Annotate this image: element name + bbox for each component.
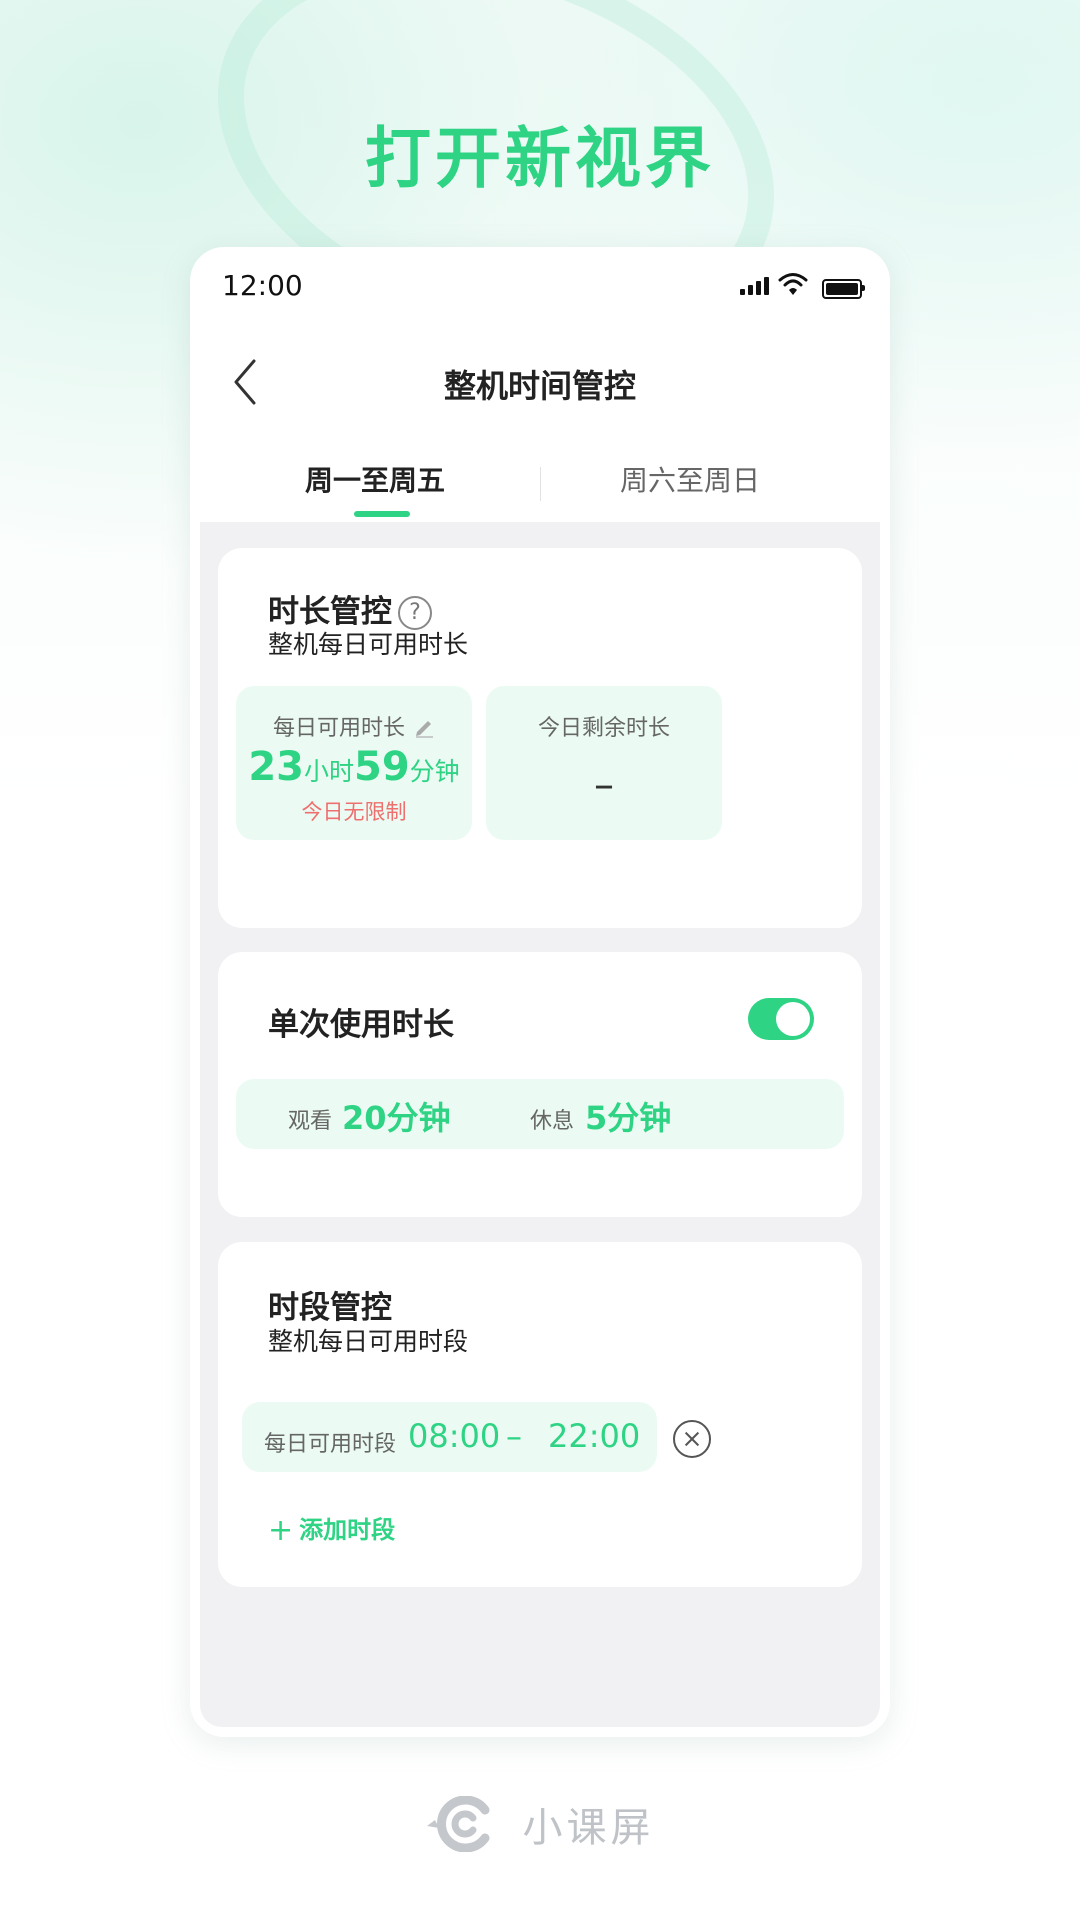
- signal-icon: [740, 277, 770, 295]
- brand-footer: 小课屏: [0, 1795, 1080, 1853]
- tab-active-indicator: [354, 511, 410, 517]
- add-period-label: 添加时段: [299, 1516, 396, 1544]
- wifi-icon: [778, 273, 808, 295]
- delete-period-close-icon[interactable]: [673, 1420, 711, 1458]
- brand-logo-icon: [427, 1796, 490, 1852]
- rest-label: 休息: [530, 1109, 575, 1134]
- phone-frame: 12:00 整机时间管控 周一至周五 周六至周日 时长管控? 整机每日可用时长 …: [190, 247, 890, 1737]
- period-row-tile[interactable]: 每日可用时段 08:00 – 22:00: [242, 1402, 657, 1472]
- period-control-card: 时段管控 整机每日可用时段 每日可用时段 08:00 – 22:00 + 添加时段: [218, 1242, 862, 1587]
- rest-value: 5分钟: [585, 1099, 672, 1137]
- period-start-time[interactable]: 08:00: [408, 1417, 500, 1455]
- minutes-unit: 分钟: [409, 757, 460, 786]
- duration-control-card: 时长管控? 整机每日可用时长 每日可用时长 23小时59分钟 今日无限制 今日剩…: [218, 548, 862, 928]
- hours-value: 23: [248, 744, 304, 790]
- tab-bar: 周一至周五 周六至周日: [200, 447, 880, 522]
- content-area: 时长管控? 整机每日可用时长 每日可用时长 23小时59分钟 今日无限制 今日剩…: [200, 522, 880, 1727]
- session-duration-title: 单次使用时长: [268, 1007, 454, 1043]
- page-title: 整机时间管控: [443, 367, 636, 405]
- period-label: 每日可用时段: [264, 1432, 397, 1457]
- pencil-edit-icon[interactable]: [413, 716, 435, 738]
- status-time: 12:00: [222, 269, 303, 302]
- remaining-time-value: –: [594, 762, 614, 808]
- remaining-time-label: 今日剩余时长: [537, 716, 670, 741]
- daily-available-label-row: 每日可用时长: [236, 710, 472, 742]
- battery-icon: [822, 279, 865, 299]
- unlimited-note: 今日无限制: [301, 800, 407, 824]
- minutes-value: 59: [354, 744, 410, 790]
- duration-control-subtitle: 整机每日可用时长: [268, 630, 469, 659]
- watch-value: 20分钟: [342, 1099, 451, 1137]
- period-control-title: 时段管控: [268, 1290, 392, 1326]
- brand-name: 小课屏: [522, 1805, 655, 1851]
- add-period-button[interactable]: + 添加时段: [268, 1510, 395, 1548]
- period-end-time[interactable]: 22:00: [548, 1417, 640, 1455]
- daily-available-tile[interactable]: 每日可用时长 23小时59分钟 今日无限制: [236, 686, 472, 840]
- session-duration-card: 单次使用时长 观看 20分钟 休息 5分钟: [218, 952, 862, 1217]
- hours-unit: 小时: [303, 757, 354, 786]
- tab-weekend[interactable]: 周六至周日: [540, 459, 840, 499]
- session-toggle[interactable]: [748, 998, 814, 1040]
- period-control-subtitle: 整机每日可用时段: [268, 1327, 469, 1356]
- period-separator: –: [506, 1417, 522, 1455]
- status-bar: 12:00: [190, 247, 890, 327]
- daily-available-value: 23小时59分钟: [236, 744, 472, 790]
- watch-label: 观看: [288, 1109, 333, 1134]
- session-values-tile[interactable]: 观看 20分钟 休息 5分钟: [236, 1079, 844, 1149]
- nav-bar: 整机时间管控: [190, 327, 890, 437]
- remaining-time-tile: 今日剩余时长 –: [486, 686, 722, 840]
- plus-icon: +: [268, 1513, 294, 1548]
- headline: 打开新视界: [365, 120, 715, 197]
- daily-available-label: 每日可用时长: [272, 716, 405, 741]
- tab-weekdays[interactable]: 周一至周五: [225, 459, 525, 499]
